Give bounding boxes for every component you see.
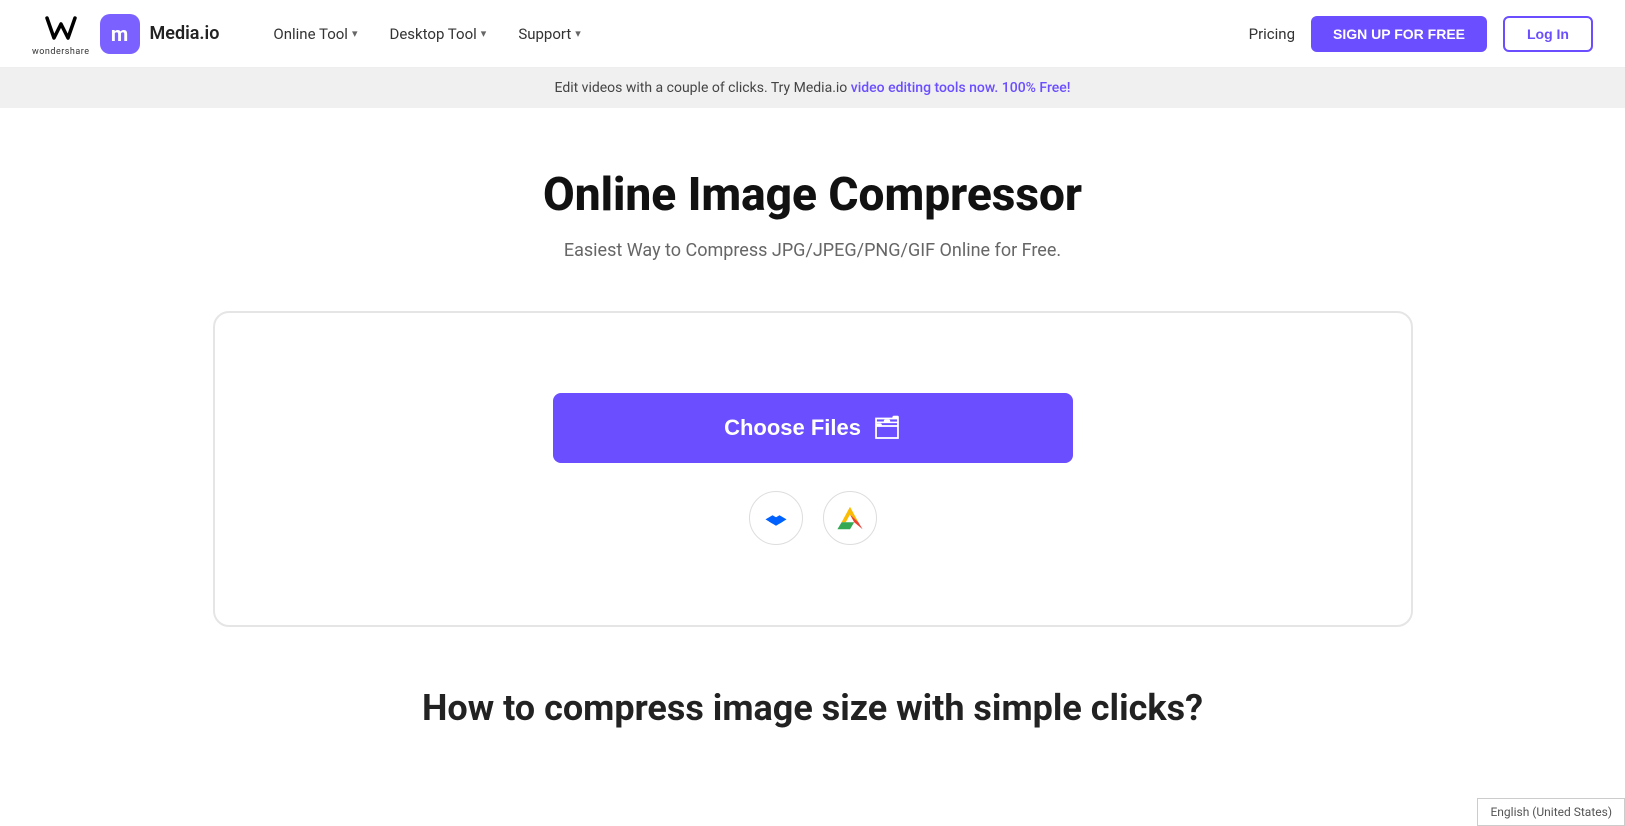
dropbox-icon [762,504,790,532]
google-drive-upload-button[interactable] [823,491,877,545]
how-to-heading: How to compress image size with simple c… [20,687,1605,729]
nav-desktop-tool[interactable]: Desktop Tool ▾ [375,17,500,51]
page-title: Online Image Compressor [20,168,1605,222]
hero-subtitle: Easiest Way to Compress JPG/JPEG/PNG/GIF… [20,240,1605,261]
media-icon: m [100,14,140,54]
chevron-down-icon: ▾ [575,27,581,40]
upload-area: Choose Files 🗂 [213,311,1413,627]
media-letter: m [111,22,128,46]
banner-text: Edit videos with a couple of clicks. Try… [555,80,851,96]
navbar: wondershare m Media.io Online Tool ▾ Des… [0,0,1625,68]
chevron-down-icon: ▾ [352,27,358,40]
nav-support[interactable]: Support ▾ [504,17,594,51]
bottom-section: How to compress image size with simple c… [0,647,1625,739]
hero-section: Online Image Compressor Easiest Way to C… [0,108,1625,291]
choose-files-button[interactable]: Choose Files 🗂 [553,393,1073,463]
banner-link[interactable]: video editing tools now. 100% Free! [851,80,1071,96]
nav-online-tool[interactable]: Online Tool ▾ [259,17,371,51]
brand-link[interactable]: wondershare m Media.io [32,10,219,57]
pricing-link[interactable]: Pricing [1249,25,1295,43]
wondershare-logo: wondershare [32,10,90,57]
google-drive-icon [836,504,864,532]
folder-icon: 🗂 [873,415,901,441]
brand-name: Media.io [150,23,220,44]
wondershare-label: wondershare [32,47,90,57]
login-button[interactable]: Log In [1503,16,1593,52]
nav-links: Online Tool ▾ Desktop Tool ▾ Support ▾ [259,17,1248,51]
language-badge[interactable]: English (United States) [1477,798,1625,826]
promo-banner: Edit videos with a couple of clicks. Try… [0,68,1625,108]
wondershare-icon [43,10,79,46]
dropbox-upload-button[interactable] [749,491,803,545]
chevron-down-icon: ▾ [481,27,487,40]
nav-right: Pricing SIGN UP FOR FREE Log In [1249,16,1593,52]
cloud-upload-icons [749,491,877,545]
signup-button[interactable]: SIGN UP FOR FREE [1311,16,1487,52]
